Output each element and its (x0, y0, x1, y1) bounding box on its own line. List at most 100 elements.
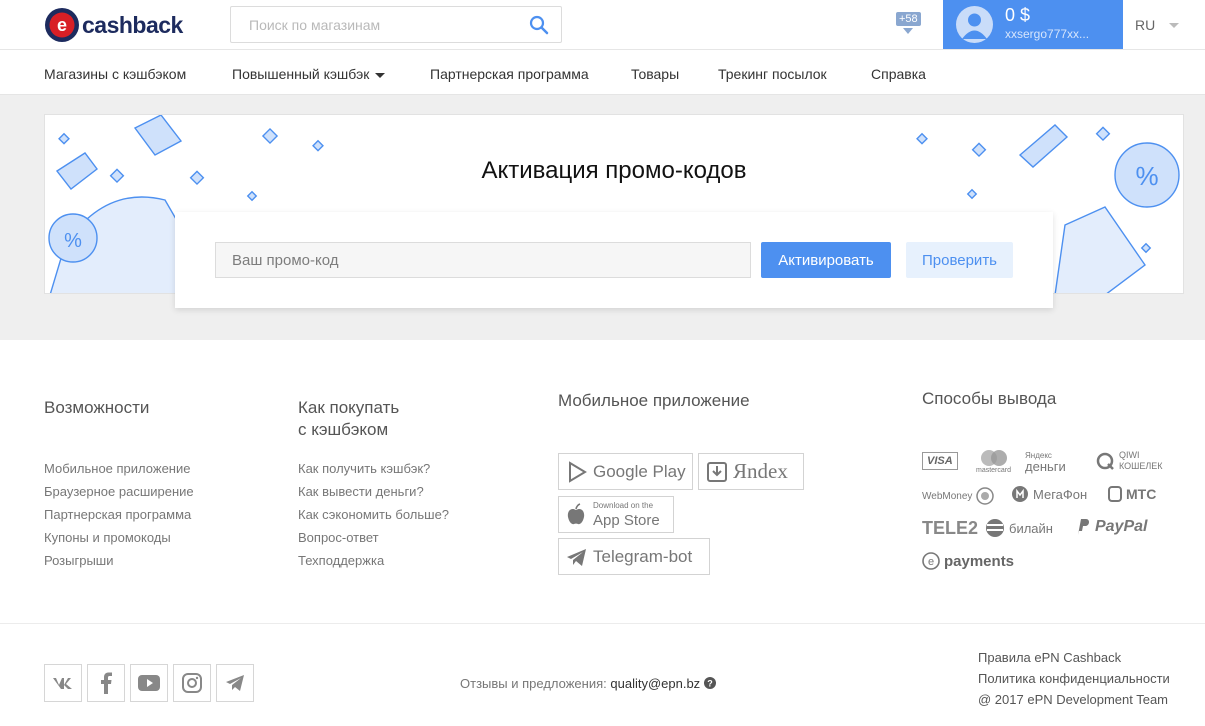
feedback-email[interactable]: quality@epn.bz (610, 676, 700, 691)
check-button[interactable]: Проверить (906, 242, 1013, 278)
withdraw-title: Способы вывода (922, 389, 1057, 408)
webmoney-logo: WebMoney (922, 487, 995, 505)
notifications-button[interactable]: +58 (896, 12, 924, 34)
user-panel[interactable]: 0 $ xxsergo777xx... (943, 0, 1123, 49)
footer-link-partner-program[interactable]: Партнерская программа (44, 507, 191, 522)
footer-link-privacy[interactable]: Политика конфиденциальности (978, 671, 1170, 686)
howto-title-line-1: Как покупать (298, 398, 400, 417)
google-play-button[interactable]: Google Play (558, 453, 693, 490)
vk-icon (53, 678, 72, 689)
language-select[interactable]: RU (1135, 17, 1180, 33)
language-label: RU (1135, 17, 1156, 33)
app-store-button[interactable]: Download on the App Store (558, 496, 674, 533)
search-box (230, 6, 562, 43)
howto-title: Как покупать с кэшбэком (298, 397, 399, 441)
app-store-caption: Download on the (593, 500, 654, 510)
copyright: @ 2017 ePN Development Team (978, 692, 1169, 707)
epayments-icon: e (922, 552, 940, 570)
app-store-label: App Store (593, 511, 660, 529)
beeline-icon (986, 519, 1004, 537)
logo[interactable]: e cashback (44, 7, 183, 43)
howto-title-line-2: с кэшбэком (298, 420, 389, 439)
nav-item-products[interactable]: Товары (631, 66, 679, 82)
logo-icon: e (45, 8, 79, 42)
instagram-button[interactable] (173, 664, 211, 702)
megafon-icon (1012, 486, 1028, 502)
svg-text:?: ? (707, 679, 713, 689)
telegram-icon (567, 548, 586, 566)
nav-item-tracking[interactable]: Трекинг посылок (718, 66, 827, 82)
apple-icon (567, 502, 585, 524)
visa-logo: VISA (922, 452, 958, 470)
logo-text: cashback (82, 11, 183, 38)
activate-button[interactable]: Активировать (761, 242, 891, 278)
epayments-label: payments (944, 552, 1015, 570)
webmoney-label: WebMoney (922, 490, 973, 502)
footer-link-save-more[interactable]: Как сэкономить больше? (298, 507, 449, 522)
feedback-label: Отзывы и предложения: (460, 676, 607, 691)
mobile-app-title: Мобильное приложение (558, 391, 750, 410)
facebook-button[interactable] (87, 664, 125, 702)
yandex-money-label-2: деньги (1025, 459, 1066, 474)
mastercard-logo: mastercard (976, 449, 1011, 474)
telegram-icon (226, 675, 244, 691)
qiwi-icon (1096, 452, 1114, 470)
yandex-store-label: Яndex (733, 459, 788, 483)
qiwi-label-2: КОШЕЛЕК (1119, 461, 1163, 471)
chevron-down-icon (1169, 22, 1180, 28)
balance: 0 $ (1005, 5, 1031, 25)
search-icon[interactable] (529, 15, 549, 35)
telegram-button[interactable] (216, 664, 254, 702)
promo-form: Активировать Проверить (175, 212, 1053, 308)
footer-link-browser-extension[interactable]: Браузерное расширение (44, 484, 194, 499)
footer-link-rules[interactable]: Правила ePN Cashback (978, 650, 1121, 665)
mastercard-icon (980, 450, 1007, 466)
footer-link-withdraw[interactable]: Как вывести деньги? (298, 484, 424, 499)
webmoney-icon (976, 487, 995, 505)
paypal-icon (1078, 519, 1089, 535)
telegram-bot-label: Telegram-bot (593, 546, 693, 566)
nav-item-help[interactable]: Справка (871, 66, 926, 82)
youtube-icon (138, 675, 160, 691)
qiwi-label-1: QIWI (1119, 450, 1140, 460)
visa-label: VISA (922, 452, 958, 470)
chevron-down-icon (375, 72, 386, 78)
footer-link-coupons[interactable]: Купоны и промокоды (44, 530, 171, 545)
epayments-logo: e payments (922, 552, 1014, 570)
mts-icon (1108, 486, 1122, 502)
telegram-bot-button[interactable]: Telegram-bot (558, 538, 710, 575)
megafon-label: МегаФон (1033, 486, 1088, 502)
download-icon (707, 461, 727, 482)
nav-item-label: Повышенный кэшбэк (232, 66, 370, 82)
nav-item-stores[interactable]: Магазины с кэшбэком (44, 66, 186, 82)
megafon-logo: МегаФон (1011, 485, 1087, 503)
footer-link-mobile-app[interactable]: Мобильное приложение (44, 461, 190, 476)
promo-code-input[interactable] (215, 242, 751, 278)
qiwi-logo: QIWI КОШЕЛЕК (1095, 450, 1163, 472)
svg-text:e: e (57, 15, 67, 35)
help-icon[interactable]: ? (703, 677, 716, 689)
mts-label: МТС (1126, 486, 1157, 502)
notification-bubble-icon (903, 28, 913, 34)
header: e cashback +58 0 $ xxsergo777xx... RU (0, 0, 1205, 50)
footer-link-get-cashback[interactable]: Как получить кэшбэк? (298, 461, 430, 476)
footer-link-support[interactable]: Техподдержка (298, 553, 384, 568)
yandex-store-button[interactable]: Яndex (698, 453, 804, 490)
youtube-button[interactable] (130, 664, 168, 702)
instagram-icon (182, 673, 202, 693)
tele2-label: TELE2 (922, 518, 979, 538)
avatar (956, 6, 993, 43)
nav-item-partner-program[interactable]: Партнерская программа (430, 66, 589, 82)
footer-link-faq[interactable]: Вопрос-ответ (298, 530, 379, 545)
paypal-logo: PayPal (1075, 517, 1147, 537)
paypal-label: PayPal (1095, 518, 1148, 535)
main-nav: Магазины с кэшбэком Повышенный кэшбэк Па… (0, 50, 1205, 95)
footer-link-giveaways[interactable]: Розыгрыши (44, 553, 114, 568)
tele2-logo: TELE2 (922, 518, 978, 539)
vk-button[interactable] (44, 664, 82, 702)
notifications-badge: +58 (896, 12, 921, 26)
search-input[interactable] (231, 7, 521, 42)
mts-logo: МТС (1108, 485, 1156, 503)
nav-item-increased-cashback[interactable]: Повышенный кэшбэк (232, 66, 386, 82)
google-play-icon (569, 460, 587, 483)
